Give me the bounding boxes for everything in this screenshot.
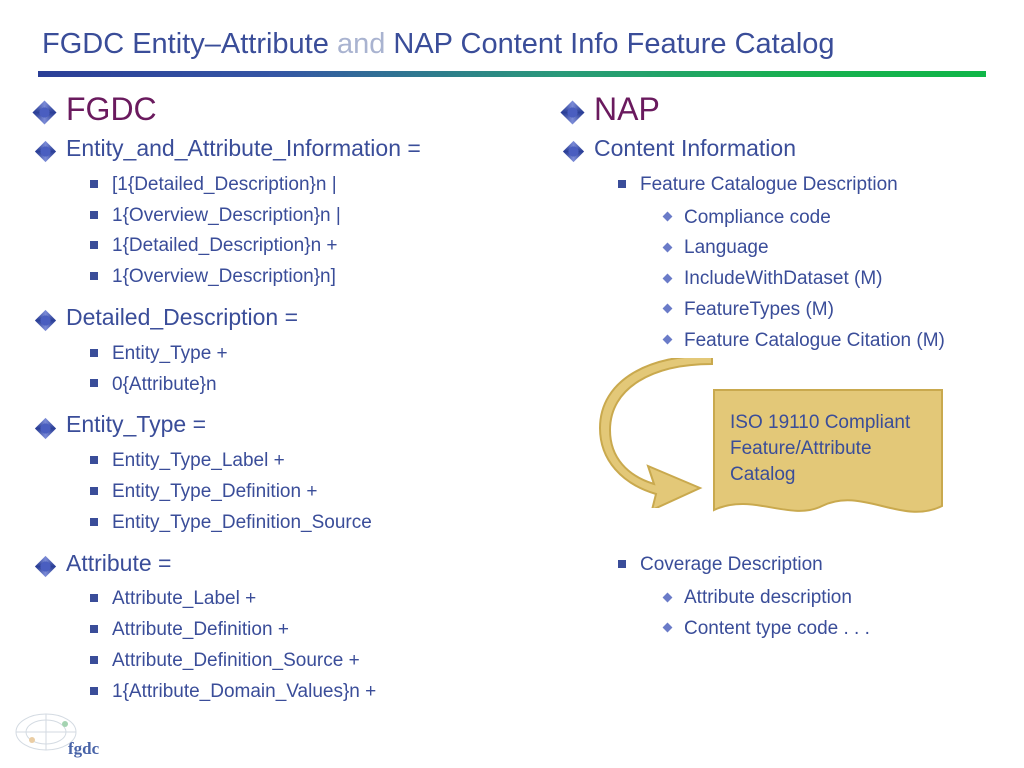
list-item: Entity_Type_Definition + [112, 477, 518, 508]
feature-catalogue-block: Feature Catalogue Description Compliance… [640, 170, 986, 357]
list-item: 1{Attribute_Domain_Values}n + [112, 677, 518, 708]
coverage-label: Coverage Description [640, 550, 986, 581]
callout-group: ISO 19110 Compliant Feature/Attribute Ca… [596, 366, 986, 536]
left-sec-0-list: [1{Detailed_Description}n | 1{Overview_D… [112, 170, 518, 293]
left-sec-2-list: Entity_Type_Label + Entity_Type_Definiti… [112, 446, 518, 538]
title-and: and [337, 28, 385, 60]
list-item: [1{Detailed_Description}n | [112, 170, 518, 201]
left-sec-1-list: Entity_Type + 0{Attribute}n [112, 339, 518, 401]
curved-arrow-icon [592, 358, 732, 508]
left-sec-3-label: Attribute = [66, 549, 518, 579]
left-sec-0-label: Entity_and_Attribute_Information = [66, 134, 518, 164]
content-info-label: Content Information [594, 134, 986, 164]
list-item: Attribute_Label + [112, 584, 518, 615]
list-item: Attribute description [684, 583, 986, 614]
fgdc-heading: FGDC [66, 91, 518, 128]
list-item: IncludeWithDataset (M) [684, 264, 986, 295]
nap-heading: NAP [594, 91, 986, 128]
left-sec-1-label: Detailed_Description = [66, 303, 518, 333]
slide-title: FGDC Entity–Attribute and NAP Content In… [0, 0, 1024, 71]
list-item: Feature Catalogue Citation (M) [684, 326, 986, 357]
list-item: 0{Attribute}n [112, 370, 518, 401]
list-item: Compliance code [684, 203, 986, 234]
title-part2: NAP Content Info Feature Catalog [385, 28, 834, 60]
list-item: FeatureTypes (M) [684, 295, 986, 326]
list-item: 1{Overview_Description}n | [112, 201, 518, 232]
callout-text: ISO 19110 Compliant Feature/Attribute Ca… [712, 394, 942, 513]
list-item: Language [684, 233, 986, 264]
list-item: Entity_Type_Definition_Source [112, 508, 518, 539]
coverage-block: Coverage Description Attribute descripti… [640, 550, 986, 644]
list-item: Entity_Type + [112, 339, 518, 370]
list-item: 1{Detailed_Description}n + [112, 231, 518, 262]
list-item: Attribute_Definition + [112, 615, 518, 646]
fgdc-logo: fgdc [10, 706, 130, 762]
title-part1: FGDC Entity–Attribute [42, 28, 337, 60]
list-item: 1{Overview_Description}n] [112, 262, 518, 293]
logo-text: fgdc [68, 739, 100, 758]
left-column: FGDC Entity_and_Attribute_Information = … [38, 91, 518, 718]
right-column: NAP Content Information Feature Catalogu… [566, 91, 986, 718]
title-underline [38, 71, 986, 77]
feature-catalogue-items: Compliance code Language IncludeWithData… [684, 203, 986, 357]
left-sec-2-label: Entity_Type = [66, 410, 518, 440]
left-sec-3-list: Attribute_Label + Attribute_Definition +… [112, 584, 518, 707]
feature-catalogue-label: Feature Catalogue Description [640, 170, 986, 201]
list-item: Entity_Type_Label + [112, 446, 518, 477]
list-item: Attribute_Definition_Source + [112, 646, 518, 677]
coverage-items: Attribute description Content type code … [684, 583, 986, 645]
list-item: Content type code . . . [684, 614, 986, 645]
